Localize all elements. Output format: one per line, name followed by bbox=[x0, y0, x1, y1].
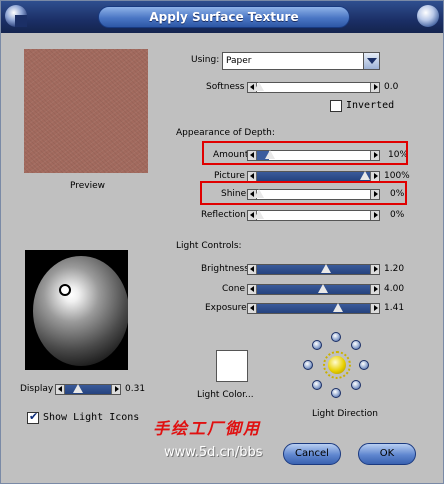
slider-right-arrow-icon[interactable] bbox=[370, 211, 379, 220]
light-section-heading: Light Controls: bbox=[176, 241, 242, 251]
light-direction-e-icon[interactable] bbox=[359, 360, 369, 370]
light-direction-se-icon[interactable] bbox=[351, 380, 361, 390]
inverted-label: Inverted bbox=[346, 100, 395, 111]
slider-thumb[interactable] bbox=[254, 82, 264, 91]
slider-thumb[interactable] bbox=[321, 264, 331, 273]
softness-value: 0.0 bbox=[384, 82, 399, 92]
light-preview[interactable] bbox=[25, 250, 128, 370]
cone-value: 4.00 bbox=[384, 284, 405, 294]
light-direction-w-icon[interactable] bbox=[303, 360, 313, 370]
slider-left-arrow-icon[interactable] bbox=[248, 265, 257, 274]
watermark-url: www.5d.cn/bbs bbox=[164, 445, 263, 460]
inverted-checkbox[interactable] bbox=[330, 100, 342, 112]
display-slider[interactable] bbox=[55, 384, 121, 395]
texture-preview bbox=[24, 49, 148, 173]
using-value: Paper bbox=[226, 56, 252, 66]
ok-button[interactable]: OK bbox=[358, 443, 416, 465]
window-title: Apply Surface Texture bbox=[98, 6, 350, 28]
light-direction-n-icon[interactable] bbox=[331, 332, 341, 342]
brightness-value: 1.20 bbox=[384, 264, 405, 274]
show-light-icons-checkbox[interactable] bbox=[27, 410, 39, 424]
display-label: Display bbox=[20, 384, 54, 394]
chevron-down-icon[interactable] bbox=[363, 53, 379, 69]
preview-label: Preview bbox=[70, 181, 106, 191]
exposure-slider[interactable] bbox=[247, 303, 380, 314]
light-position-handle[interactable] bbox=[59, 284, 71, 296]
light-color-swatch[interactable] bbox=[216, 350, 248, 382]
light-direction-s-icon[interactable] bbox=[331, 388, 341, 398]
light-direction-ne-icon[interactable] bbox=[351, 340, 361, 350]
slider-thumb[interactable] bbox=[333, 303, 343, 312]
softness-label: Softness bbox=[206, 82, 245, 92]
reflection-value: 0% bbox=[390, 210, 405, 220]
picture-label: Picture bbox=[214, 171, 245, 181]
slider-left-arrow-icon[interactable] bbox=[248, 304, 257, 313]
light-direction-sw-icon[interactable] bbox=[312, 380, 322, 390]
softness-slider[interactable] bbox=[247, 82, 380, 93]
slider-thumb[interactable] bbox=[318, 284, 328, 293]
app-icon[interactable] bbox=[5, 5, 27, 27]
using-select[interactable]: Paper bbox=[222, 52, 380, 70]
light-direction-nw-icon[interactable] bbox=[312, 340, 322, 350]
title-bar[interactable]: Apply Surface Texture bbox=[1, 1, 443, 33]
light-color-label[interactable]: Light Color... bbox=[197, 390, 254, 400]
slider-left-arrow-icon[interactable] bbox=[56, 385, 65, 394]
slider-right-arrow-icon[interactable] bbox=[370, 265, 379, 274]
exposure-value: 1.41 bbox=[384, 303, 405, 313]
light-direction-label: Light Direction bbox=[312, 409, 378, 419]
slider-thumb[interactable] bbox=[360, 171, 370, 180]
reflection-label: Reflection bbox=[201, 210, 246, 220]
cone-label: Cone bbox=[222, 284, 246, 294]
slider-thumb[interactable] bbox=[73, 384, 83, 393]
slider-right-arrow-icon[interactable] bbox=[111, 385, 120, 394]
slider-right-arrow-icon[interactable] bbox=[370, 83, 379, 92]
highlight-box-amount bbox=[202, 141, 408, 165]
highlight-box-shine bbox=[200, 181, 407, 205]
cone-slider[interactable] bbox=[247, 284, 380, 295]
exposure-label: Exposure bbox=[205, 303, 247, 313]
slider-right-arrow-icon[interactable] bbox=[370, 285, 379, 294]
dialog-window: Apply Surface Texture Preview Using: Pap… bbox=[0, 0, 444, 484]
watermark-chinese-text: 手绘工厂御用 bbox=[153, 419, 262, 438]
slider-left-arrow-icon[interactable] bbox=[248, 285, 257, 294]
slider-right-arrow-icon[interactable] bbox=[370, 172, 379, 181]
slider-left-arrow-icon[interactable] bbox=[248, 172, 257, 181]
light-sphere bbox=[33, 256, 128, 366]
brightness-slider[interactable] bbox=[247, 264, 380, 275]
display-value: 0.31 bbox=[125, 384, 146, 394]
slider-right-arrow-icon[interactable] bbox=[370, 304, 379, 313]
using-label: Using: bbox=[191, 55, 220, 65]
picture-value: 100% bbox=[384, 171, 410, 181]
depth-section-heading: Appearance of Depth: bbox=[176, 128, 275, 138]
close-icon[interactable] bbox=[417, 5, 439, 27]
reflection-slider[interactable] bbox=[247, 210, 380, 221]
show-light-icons-label: Show Light Icons bbox=[43, 412, 140, 423]
brightness-label: Brightness bbox=[201, 264, 249, 274]
cancel-button[interactable]: Cancel bbox=[283, 443, 341, 465]
slider-thumb[interactable] bbox=[254, 210, 264, 219]
sun-icon[interactable] bbox=[328, 356, 346, 374]
